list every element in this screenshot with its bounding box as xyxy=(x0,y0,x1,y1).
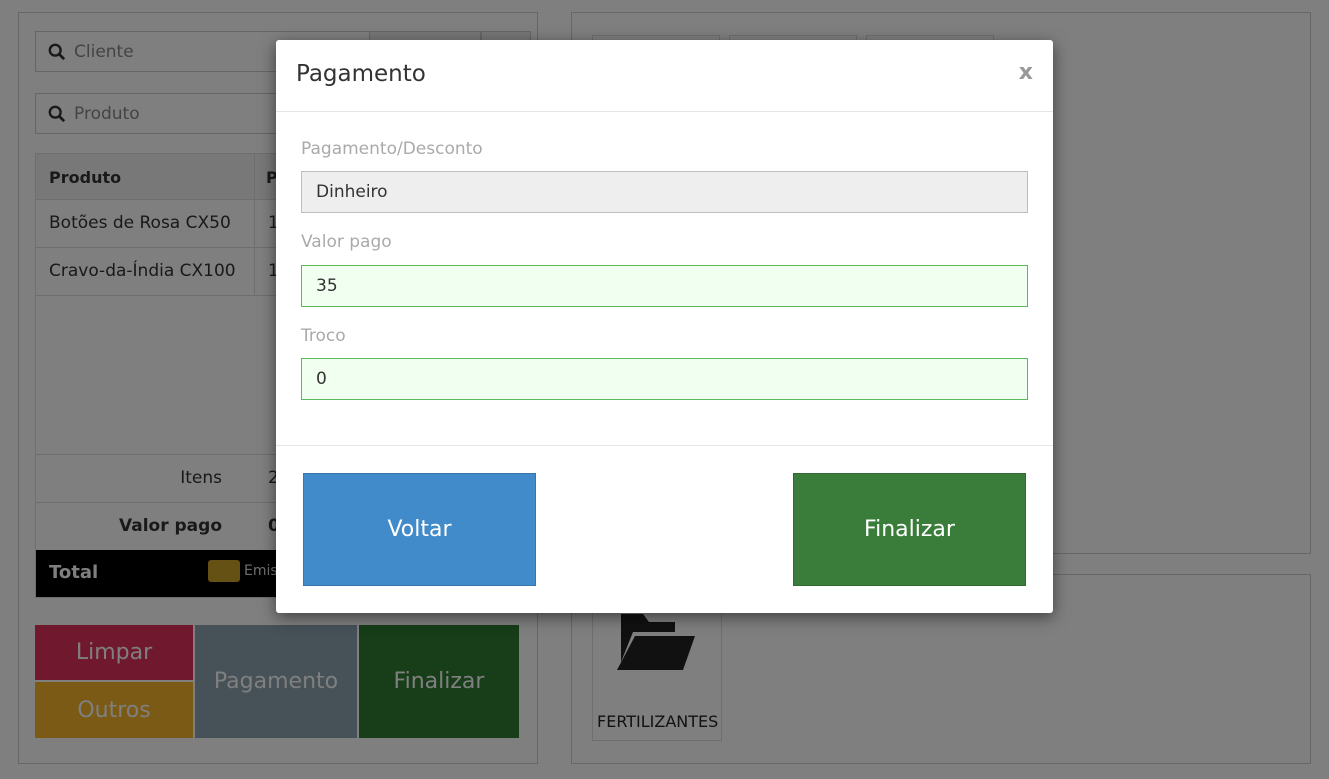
change-input[interactable]: 0 xyxy=(301,358,1028,400)
finish-button[interactable]: Finalizar xyxy=(793,473,1026,586)
paid-amount-label: Valor pago xyxy=(301,232,392,252)
back-button[interactable]: Voltar xyxy=(303,473,536,586)
close-icon[interactable]: x xyxy=(1019,60,1033,85)
paid-amount-value: 35 xyxy=(316,276,338,296)
change-label: Troco xyxy=(301,326,346,346)
payment-method-select[interactable]: Dinheiro xyxy=(301,171,1028,213)
modal-footer-divider xyxy=(276,445,1053,446)
change-value: 0 xyxy=(316,369,327,389)
modal-title: Pagamento xyxy=(296,61,426,87)
paid-amount-input[interactable]: 35 xyxy=(301,265,1028,307)
payment-method-label: Pagamento/Desconto xyxy=(301,139,483,159)
modal-header: Pagamento x xyxy=(276,40,1053,112)
payment-method-value: Dinheiro xyxy=(316,182,388,202)
payment-modal: Pagamento x Pagamento/Desconto Dinheiro … xyxy=(276,40,1053,613)
